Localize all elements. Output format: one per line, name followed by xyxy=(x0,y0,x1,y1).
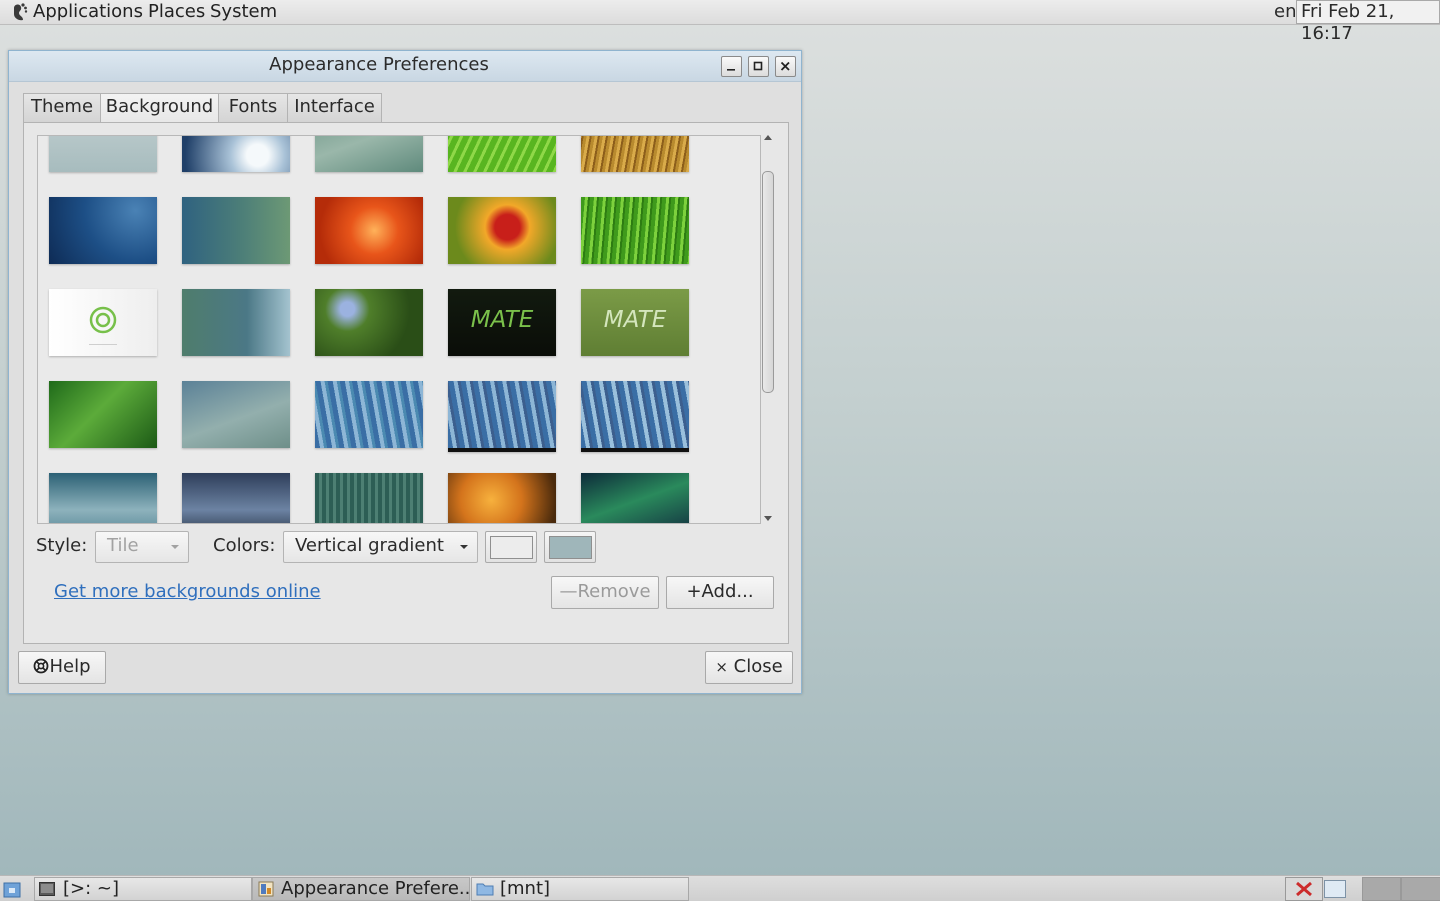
minimize-icon xyxy=(727,69,735,71)
bottom-taskbar: [>: ~] Appearance Prefere... [mnt] xyxy=(0,875,1440,901)
wallpaper-mate-green[interactable]: MATE xyxy=(581,289,689,356)
wallpaper-water-drop[interactable] xyxy=(182,136,290,172)
keyboard-layout-indicator[interactable]: en xyxy=(1274,0,1296,23)
close-icon xyxy=(780,61,790,71)
show-desktop-icon[interactable] xyxy=(1,877,23,899)
mate-foot-icon[interactable] xyxy=(10,2,28,22)
close-app-icon xyxy=(1294,880,1314,898)
close-button[interactable]: × Close xyxy=(705,651,793,684)
scroll-up-arrow-icon[interactable] xyxy=(764,135,772,140)
close-icon: × xyxy=(715,658,728,676)
wallpaper-grey-teal-waves[interactable] xyxy=(182,381,290,448)
menu-applications[interactable]: Applications xyxy=(33,0,143,24)
maximize-button[interactable] xyxy=(748,56,769,77)
wallpaper-green-grass[interactable] xyxy=(581,197,689,264)
colors-combo[interactable]: Vertical gradient xyxy=(283,531,478,563)
wallpaper-blue-fractal-3[interactable] xyxy=(581,381,689,452)
terminal-icon xyxy=(39,882,55,896)
tab-background[interactable]: Background xyxy=(100,93,219,123)
wallpaper-blue-fractal-1[interactable] xyxy=(315,381,423,448)
menu-places[interactable]: Places xyxy=(148,0,205,24)
wallpaper-orange-flower[interactable] xyxy=(315,197,423,264)
scroll-down-arrow-icon[interactable] xyxy=(764,516,772,521)
menu-system[interactable]: System xyxy=(210,0,277,24)
wallpaper-teal-dots[interactable] xyxy=(182,197,290,264)
remove-button[interactable]: —Remove xyxy=(551,576,659,609)
close-window-button[interactable] xyxy=(775,56,796,77)
task-mnt-folder[interactable]: [mnt] xyxy=(471,877,689,901)
style-combo-value: Tile xyxy=(107,535,139,556)
mate-logo-icon xyxy=(89,306,117,345)
window-title: Appearance Preferences xyxy=(269,54,489,75)
task-appearance-preferences[interactable]: Appearance Prefere... xyxy=(252,877,470,901)
colors-label: Colors: xyxy=(213,535,276,556)
wallpaper-aurora[interactable] xyxy=(581,473,689,523)
primary-color-button[interactable] xyxy=(485,531,537,563)
wallpaper-gallery[interactable]: MATE MATE xyxy=(37,135,761,524)
wallpaper-gradient-selected[interactable] xyxy=(49,136,157,172)
tab-interface[interactable]: Interface xyxy=(287,93,382,122)
colors-combo-value: Vertical gradient xyxy=(295,535,444,556)
mate-wordmark: MATE xyxy=(470,307,534,333)
wallpaper-mate-logo-white[interactable] xyxy=(49,289,157,356)
wallpaper-mate-dark[interactable]: MATE xyxy=(448,289,556,356)
wallpaper-stormy-sky[interactable] xyxy=(182,473,290,523)
wallpaper-dandelion-orange[interactable] xyxy=(448,473,556,523)
add-icon: + xyxy=(686,581,702,602)
gallery-scrollbar[interactable] xyxy=(762,135,776,524)
tab-theme[interactable]: Theme xyxy=(23,93,101,122)
wallpaper-misty-waves[interactable] xyxy=(49,473,157,523)
help-button[interactable]: Help xyxy=(18,651,106,684)
top-panel: Applications Places System en Fri Feb 21… xyxy=(0,0,1440,44)
help-icon xyxy=(34,658,49,674)
minimize-button[interactable] xyxy=(721,56,742,77)
secondary-color-button[interactable] xyxy=(544,531,596,563)
style-combo[interactable]: Tile xyxy=(95,531,189,563)
get-more-backgrounds-link[interactable]: Get more backgrounds online xyxy=(54,581,321,602)
clock[interactable]: Fri Feb 21, 16:17 xyxy=(1296,0,1440,44)
workspace-1[interactable] xyxy=(1285,877,1346,901)
appearance-icon xyxy=(258,881,274,897)
task-terminal[interactable]: [>: ~] xyxy=(34,877,252,901)
wallpaper-teal-curves[interactable] xyxy=(182,289,290,356)
workspace-4[interactable] xyxy=(1401,877,1440,901)
wallpaper-golden-grass[interactable] xyxy=(581,136,689,172)
tab-fonts[interactable]: Fonts xyxy=(218,93,288,122)
folder-icon xyxy=(476,883,494,896)
primary-color-swatch xyxy=(490,536,533,559)
wallpaper-blue-fractal-2[interactable] xyxy=(448,381,556,452)
appearance-preferences-window: Appearance Preferences Theme Background … xyxy=(8,50,802,694)
wallpaper-green-stripes[interactable] xyxy=(315,473,423,523)
dropdown-arrow-icon xyxy=(460,545,468,549)
mate-wordmark: MATE xyxy=(603,307,667,333)
wallpaper-blue-bubbles[interactable] xyxy=(49,197,157,264)
secondary-color-swatch xyxy=(549,536,592,559)
wallpaper-teal-waves[interactable] xyxy=(315,136,423,172)
wallpaper-forget-me-nots[interactable] xyxy=(315,289,423,356)
workspace-3[interactable] xyxy=(1362,877,1401,901)
add-button[interactable]: +Add... xyxy=(666,576,774,609)
background-tab-page: MATE MATE Style: Tile Colors: Vertical g… xyxy=(23,122,789,644)
dropdown-arrow-icon xyxy=(171,545,179,549)
wallpaper-green-leaf-macro[interactable] xyxy=(448,136,556,172)
remove-icon: — xyxy=(559,581,578,602)
wallpaper-red-flower[interactable] xyxy=(448,197,556,264)
maximize-icon xyxy=(753,61,763,71)
window-titlebar[interactable]: Appearance Preferences xyxy=(9,51,801,82)
style-label: Style: xyxy=(36,535,88,556)
wallpaper-green-leaves[interactable] xyxy=(49,381,157,448)
scrollbar-thumb[interactable] xyxy=(762,171,774,393)
